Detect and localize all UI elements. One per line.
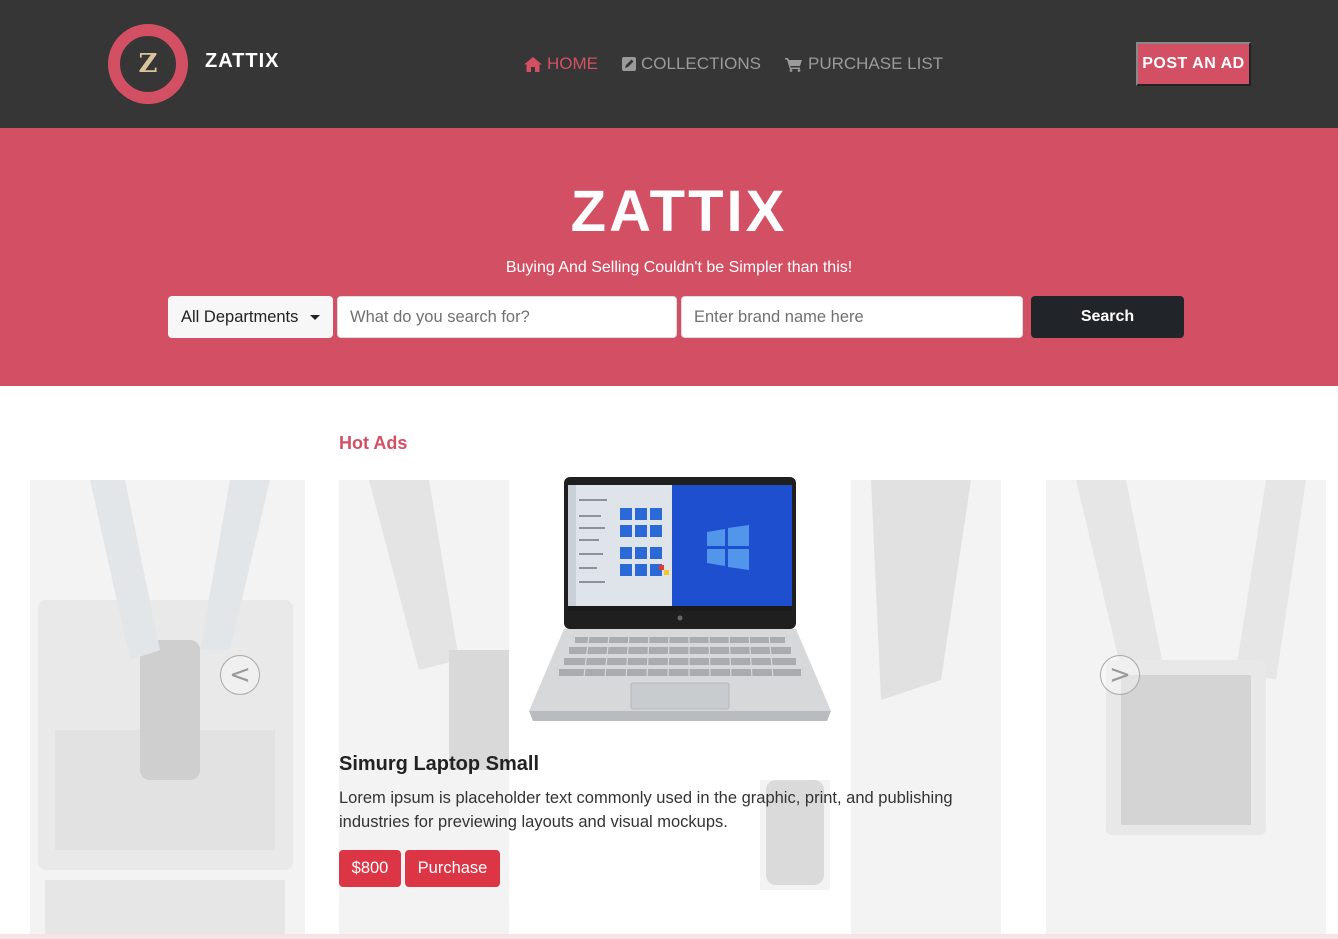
nav-purchase-list[interactable]: PURCHASE LIST — [784, 54, 944, 74]
carousel-next-button[interactable]: > — [1100, 655, 1140, 695]
product-description: Lorem ipsum is placeholder text commonly… — [339, 789, 953, 831]
hero-title: ZATTIX — [570, 179, 788, 244]
hero-subtitle: Buying And Selling Couldn't be Simpler t… — [505, 259, 853, 276]
logo-letter: Z — [138, 49, 158, 79]
main-nav: HOME COLLECTIONS PURCHASE LIST — [524, 54, 967, 74]
section-divider — [0, 934, 1338, 939]
brand-name[interactable]: ZATTIX — [205, 50, 280, 73]
carousel-prev-button[interactable]: < — [220, 655, 260, 695]
department-dropdown[interactable]: All Departments — [168, 296, 333, 338]
carousel-bg-slide-right — [1046, 480, 1326, 939]
nav-collections[interactable]: COLLECTIONS — [622, 54, 761, 74]
product-image[interactable] — [509, 475, 851, 753]
caret-down-icon — [310, 315, 320, 320]
carousel-bg-slide-center-right — [851, 480, 1001, 939]
purchase-button[interactable]: Purchase — [405, 850, 500, 887]
top-navbar: Z ZATTIX HOME COLLECTIONS PURCHASE LIST … — [0, 0, 1338, 128]
search-input[interactable] — [337, 296, 677, 338]
nav-purchase-list-label: PURCHASE LIST — [807, 54, 944, 73]
cart-icon — [784, 57, 802, 72]
brand-input[interactable] — [681, 296, 1023, 338]
hero-banner: ZATTIX Buying And Selling Couldn't be Si… — [0, 128, 1338, 386]
carousel-bg-slide-left — [30, 480, 305, 939]
department-dropdown-label: All Departments — [181, 307, 299, 326]
product-title[interactable]: Simurg Laptop Small — [339, 753, 539, 776]
nav-home-label: HOME — [547, 54, 598, 73]
logo[interactable]: Z — [108, 24, 188, 104]
laptop-image — [529, 477, 831, 721]
search-button[interactable]: Search — [1031, 296, 1184, 338]
nav-home[interactable]: HOME — [524, 54, 598, 74]
price-badge[interactable]: $800 — [339, 850, 401, 887]
nav-collections-label: COLLECTIONS — [641, 54, 761, 73]
home-icon — [524, 56, 542, 72]
post-ad-button[interactable]: POST AN AD — [1136, 42, 1251, 86]
edit-icon — [622, 57, 636, 71]
hot-ads-heading: Hot Ads — [339, 433, 408, 453]
